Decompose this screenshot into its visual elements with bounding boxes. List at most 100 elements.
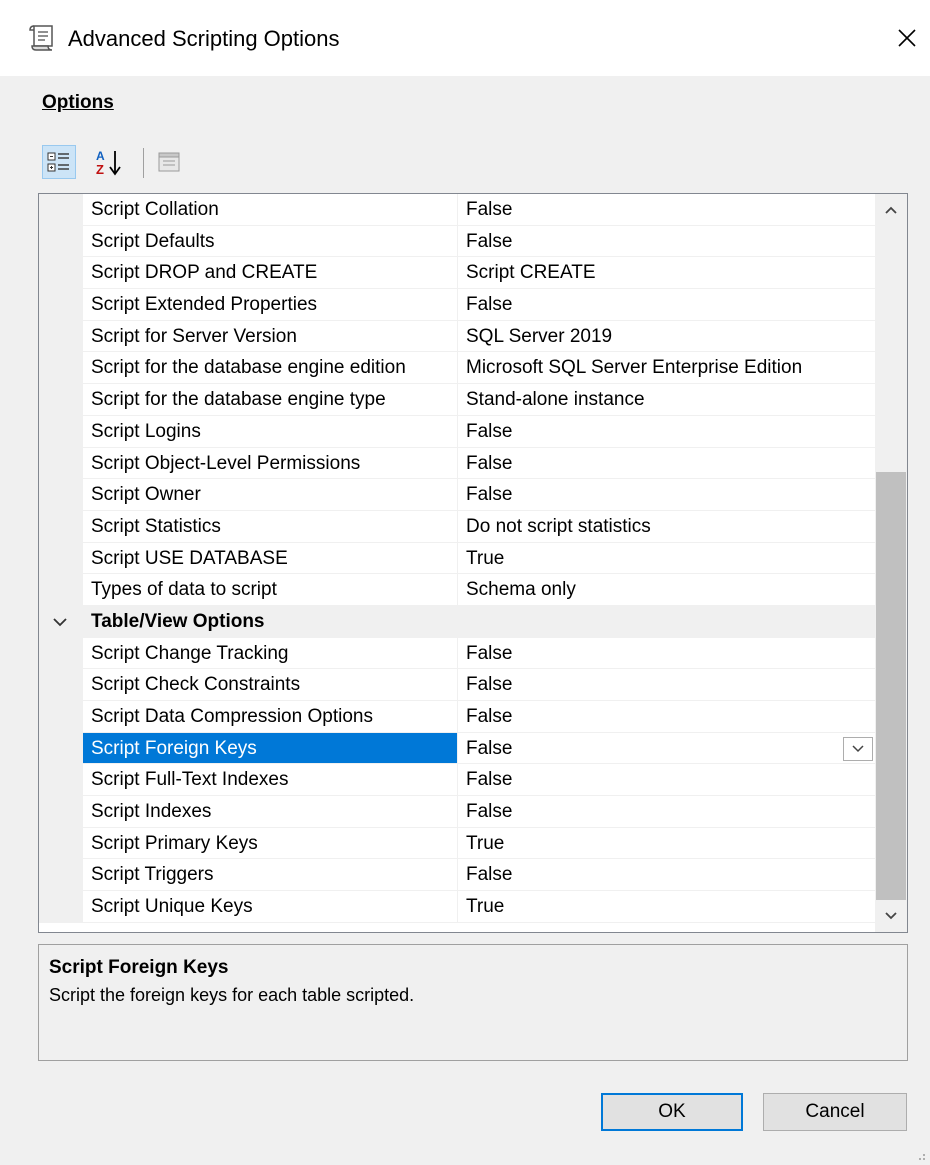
scroll-up-button[interactable] bbox=[875, 194, 907, 226]
categorized-icon bbox=[47, 152, 69, 172]
property-name[interactable]: Script Object-Level Permissions bbox=[83, 448, 457, 479]
property-name[interactable]: Script for the database engine edition bbox=[83, 352, 457, 383]
property-row[interactable]: Script Extended Properties False bbox=[39, 289, 877, 321]
property-row[interactable]: Script DROP and CREATE Script CREATE bbox=[39, 257, 877, 290]
property-row[interactable]: Script for the database engine edition Mi… bbox=[39, 352, 877, 385]
property-value[interactable]: Schema only bbox=[458, 574, 877, 605]
row-margin bbox=[39, 510, 83, 542]
vertical-scrollbar[interactable] bbox=[875, 194, 907, 932]
row-margin bbox=[39, 796, 83, 827]
property-row[interactable]: Script Foreign Keys False bbox=[39, 732, 877, 765]
property-name[interactable]: Script Extended Properties bbox=[83, 289, 457, 320]
property-name[interactable]: Script Collation bbox=[83, 194, 457, 225]
description-text: Script the foreign keys for each table s… bbox=[49, 985, 415, 1005]
property-row[interactable]: Script for Server Version SQL Server 2019 bbox=[39, 320, 877, 353]
title-bar: Advanced Scripting Options bbox=[0, 0, 930, 76]
property-value[interactable]: SQL Server 2019 bbox=[458, 321, 877, 352]
property-value[interactable]: False bbox=[458, 764, 877, 795]
property-pages-icon bbox=[158, 152, 180, 172]
chevron-up-icon bbox=[885, 206, 897, 214]
ok-button[interactable]: OK bbox=[601, 1093, 743, 1131]
category-label: Table/View Options bbox=[91, 610, 265, 632]
property-row[interactable]: Script Data Compression Options False bbox=[39, 701, 877, 733]
resize-grip-icon[interactable] bbox=[914, 1149, 926, 1161]
row-margin bbox=[39, 637, 83, 669]
property-value[interactable]: Microsoft SQL Server Enterprise Edition bbox=[458, 352, 877, 383]
property-name[interactable]: Script for the database engine type bbox=[83, 384, 457, 415]
property-name[interactable]: Script Triggers bbox=[83, 859, 457, 890]
property-name[interactable]: Script Unique Keys bbox=[83, 891, 457, 922]
property-name[interactable]: Script Primary Keys bbox=[83, 828, 457, 859]
property-row[interactable]: Script USE DATABASE True bbox=[39, 542, 877, 575]
svg-text:Z: Z bbox=[96, 162, 104, 177]
property-value[interactable]: False bbox=[458, 638, 877, 669]
categorized-button[interactable] bbox=[42, 145, 76, 179]
row-margin bbox=[39, 194, 83, 225]
property-value[interactable]: False bbox=[458, 289, 877, 320]
options-label: Options bbox=[42, 92, 114, 113]
collapse-chevron-icon[interactable] bbox=[51, 614, 69, 630]
property-row[interactable]: Script Indexes False bbox=[39, 796, 877, 828]
property-value[interactable]: False bbox=[458, 226, 877, 257]
property-row[interactable]: Script Unique Keys True bbox=[39, 891, 877, 923]
property-value[interactable]: False bbox=[458, 733, 877, 764]
property-row[interactable]: Script Collation False bbox=[39, 194, 877, 226]
property-value[interactable]: False bbox=[458, 796, 877, 827]
property-value[interactable]: False bbox=[458, 859, 877, 890]
row-margin bbox=[39, 447, 83, 479]
row-margin bbox=[39, 320, 83, 352]
property-row[interactable]: Types of data to script Schema only bbox=[39, 574, 877, 606]
property-name[interactable]: Script Full-Text Indexes bbox=[83, 764, 457, 795]
property-value[interactable]: True bbox=[458, 543, 877, 574]
property-value[interactable]: False bbox=[458, 479, 877, 510]
property-row[interactable]: Script Object-Level Permissions False bbox=[39, 447, 877, 480]
property-name[interactable]: Script USE DATABASE bbox=[83, 543, 457, 574]
property-value[interactable]: False bbox=[458, 701, 877, 732]
scroll-thumb[interactable] bbox=[876, 472, 906, 900]
property-row[interactable]: Script Change Tracking False bbox=[39, 637, 877, 670]
property-value[interactable]: Script CREATE bbox=[458, 257, 877, 288]
property-value[interactable]: False bbox=[458, 194, 877, 225]
property-pages-button[interactable] bbox=[152, 145, 186, 179]
property-name[interactable]: Script Logins bbox=[83, 416, 457, 447]
svg-text:A: A bbox=[96, 149, 105, 163]
property-name[interactable]: Script for Server Version bbox=[83, 321, 457, 352]
property-value[interactable]: True bbox=[458, 828, 877, 859]
property-row[interactable]: Script Defaults False bbox=[39, 225, 877, 258]
row-margin bbox=[39, 384, 83, 415]
property-value[interactable]: False bbox=[458, 416, 877, 447]
close-icon bbox=[898, 29, 916, 47]
property-name[interactable]: Script Defaults bbox=[83, 226, 457, 257]
property-row[interactable]: Script Check Constraints False bbox=[39, 669, 877, 701]
scroll-down-button[interactable] bbox=[875, 900, 907, 932]
property-name[interactable]: Script Owner bbox=[83, 479, 457, 510]
property-name[interactable]: Script Change Tracking bbox=[83, 638, 457, 669]
property-name[interactable]: Script Foreign Keys bbox=[83, 732, 457, 764]
script-scroll-icon bbox=[28, 22, 58, 52]
property-row[interactable]: Script Statistics Do not script statistic… bbox=[39, 510, 877, 543]
alphabetical-button[interactable]: A Z bbox=[92, 145, 126, 179]
cancel-button[interactable]: Cancel bbox=[763, 1093, 907, 1131]
property-name[interactable]: Types of data to script bbox=[83, 574, 457, 605]
close-button[interactable] bbox=[884, 14, 930, 62]
property-row[interactable]: Script Logins False bbox=[39, 415, 877, 448]
property-value[interactable]: Stand-alone instance bbox=[458, 384, 877, 415]
category-row[interactable]: Table/View Options bbox=[39, 605, 877, 638]
property-name[interactable]: Script Check Constraints bbox=[83, 669, 457, 700]
property-name[interactable]: Script Data Compression Options bbox=[83, 701, 457, 732]
property-value[interactable]: False bbox=[458, 448, 877, 479]
chevron-down-icon bbox=[852, 745, 864, 752]
property-name[interactable]: Script Statistics bbox=[83, 511, 457, 542]
property-row[interactable]: Script Primary Keys True bbox=[39, 827, 877, 860]
property-value[interactable]: False bbox=[458, 669, 877, 700]
property-row[interactable]: Script for the database engine type Stand… bbox=[39, 384, 877, 416]
property-value[interactable]: Do not script statistics bbox=[458, 511, 877, 542]
property-name[interactable]: Script Indexes bbox=[83, 796, 457, 827]
value-dropdown-button[interactable] bbox=[843, 736, 873, 761]
row-margin bbox=[39, 289, 83, 320]
property-row[interactable]: Script Full-Text Indexes False bbox=[39, 764, 877, 797]
property-row[interactable]: Script Triggers False bbox=[39, 859, 877, 892]
property-row[interactable]: Script Owner False bbox=[39, 479, 877, 511]
property-name[interactable]: Script DROP and CREATE bbox=[83, 257, 457, 288]
property-value[interactable]: True bbox=[458, 891, 877, 922]
